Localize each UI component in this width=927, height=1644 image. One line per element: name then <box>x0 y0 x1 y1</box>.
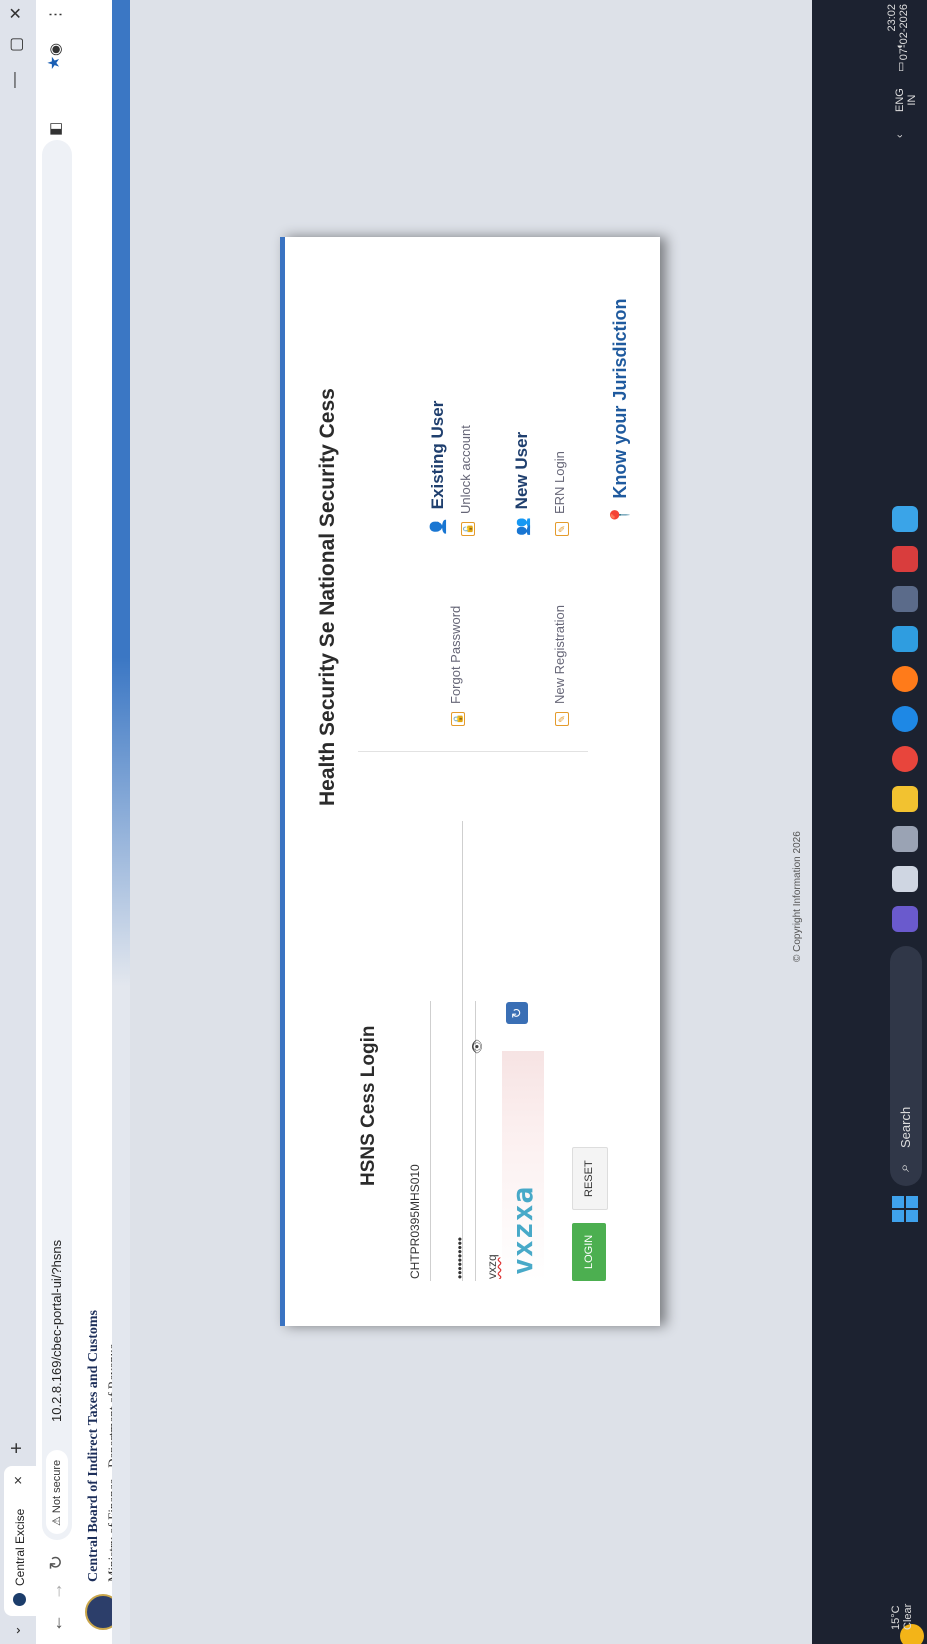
profile-icon[interactable]: ◉ <box>46 43 64 56</box>
tray-chevron-icon[interactable]: ‹ <box>894 134 906 138</box>
favicon-icon <box>13 1593 26 1606</box>
chrome-icon[interactable] <box>892 746 918 772</box>
add-user-icon: 👥 <box>514 517 531 536</box>
know-jurisdiction-link[interactable]: 📍 Know your Jurisdiction <box>610 299 631 526</box>
show-password-icon[interactable]: 👁 <box>470 1039 484 1054</box>
tab-close-icon[interactable]: × <box>10 1476 27 1485</box>
weather-desc: Clear <box>902 1603 914 1630</box>
register-icon: ✎ <box>555 712 569 726</box>
unlock-account-label: Unlock account <box>458 425 473 514</box>
existing-user-label: Existing User <box>428 400 447 510</box>
login-card: Health Security Se National Security Ces… <box>280 237 660 1326</box>
back-icon[interactable]: ← <box>46 1614 67 1632</box>
page-title: Health Security Se National Security Ces… <box>316 388 339 806</box>
login-button[interactable]: LOGIN <box>572 1222 606 1281</box>
edge-icon[interactable] <box>892 706 918 732</box>
browser-tab-bar: ⌄ Central Excise × + — ▢ ✕ <box>0 0 36 1644</box>
bookmark-star-icon[interactable]: ★ <box>44 56 64 70</box>
forgot-password-link[interactable]: 🔒 Forgot Password <box>448 606 465 726</box>
media-icon[interactable] <box>892 586 918 612</box>
unlock-icon: 🔓 <box>461 522 475 536</box>
screen: ⌄ Central Excise × + — ▢ ✕ ← → ↻ ⚠ Not s… <box>0 0 927 1644</box>
clock-time: 23:02 <box>886 4 898 32</box>
lang-bottom: IN <box>906 94 918 106</box>
forgot-password-label: Forgot Password <box>448 605 463 704</box>
file-explorer-icon[interactable] <box>892 786 918 812</box>
new-user-label: New User <box>512 431 531 510</box>
weather-widget[interactable]: 15°C Clear <box>890 1604 914 1630</box>
refresh-captcha-icon[interactable]: ↻ <box>506 1002 528 1024</box>
not-secure-badge[interactable]: ⚠ Not secure <box>46 1449 68 1534</box>
browser-tab[interactable]: Central Excise × <box>4 1466 36 1616</box>
captcha-text: vxzxa <box>506 1185 539 1275</box>
weather-temp: 15°C <box>890 1605 902 1630</box>
clock-date: 07-02-2026 <box>898 4 910 61</box>
maximize-icon[interactable]: ▢ <box>6 37 26 52</box>
existing-user-heading: 👤 Existing User <box>428 401 448 536</box>
ern-login-label: ERN Login <box>552 451 567 514</box>
tab-title: Central Excise <box>13 1508 27 1586</box>
new-tab-button[interactable]: + <box>6 1442 29 1454</box>
task-view-icon[interactable] <box>892 866 918 892</box>
lang-top: ENG <box>894 88 906 112</box>
windows-taskbar: 15°C Clear ⌕ Search ‹ ENG IN ▭ ◖ 23:02 0… <box>812 0 927 1644</box>
org-name: Central Board of Indirect Taxes and Cust… <box>86 1310 101 1582</box>
pdf-icon[interactable] <box>892 546 918 572</box>
user-icon: 👤 <box>430 517 447 536</box>
store-icon[interactable] <box>892 626 918 652</box>
start-button-icon[interactable] <box>892 1196 918 1222</box>
firefox-icon[interactable] <box>892 666 918 692</box>
captcha-image: vxzxa <box>502 1051 544 1281</box>
know-jurisdiction-label: Know your Jurisdiction <box>610 298 630 499</box>
card-top-border <box>280 237 285 1326</box>
taskbar-search[interactable]: ⌕ Search <box>890 946 922 1186</box>
new-registration-label: New Registration <box>552 605 567 704</box>
url-text[interactable]: 10.2.8.169/cbec-portal-ui/?hsns <box>49 1240 64 1422</box>
login-title: HSNS Cess Login <box>358 1025 379 1186</box>
address-bar-row: ← → ↻ ⚠ Not secure 10.2.8.169/cbec-porta… <box>36 0 78 1644</box>
new-registration-link[interactable]: ✎ New Registration <box>552 605 569 726</box>
captcha-input-underline <box>462 821 463 1281</box>
username-field[interactable]: CHTPR0395MHS010 <box>390 1001 431 1281</box>
header-accent-bar <box>112 0 130 1644</box>
settings-icon[interactable] <box>892 826 918 852</box>
reset-button[interactable]: RESET <box>572 1147 608 1210</box>
reload-icon[interactable]: ↻ <box>46 1555 67 1570</box>
copyright-text: © Copyright Information 2026 <box>792 831 803 962</box>
language-indicator[interactable]: ENG IN <box>894 88 918 112</box>
close-window-icon[interactable]: ✕ <box>6 7 26 20</box>
clock[interactable]: 23:02 07-02-2026 <box>886 4 910 64</box>
omnibox[interactable]: ⚠ Not secure 10.2.8.169/cbec-portal-ui/?… <box>42 140 72 1540</box>
tab-menu-icon[interactable]: ⌄ <box>8 1625 24 1636</box>
location-pin-icon: 📍 <box>610 503 630 526</box>
unlock-account-link[interactable]: 🔓 Unlock account <box>458 425 475 536</box>
lock-icon: 🔒 <box>451 712 465 726</box>
copilot-icon[interactable] <box>892 906 918 932</box>
password-value: •••••••••• <box>453 1236 467 1279</box>
forward-icon[interactable]: → <box>46 1582 67 1600</box>
ern-login-link[interactable]: ✎ ERN Login <box>552 451 569 536</box>
ern-icon: ✎ <box>555 522 569 536</box>
minimize-icon[interactable]: — <box>6 72 24 88</box>
divider <box>358 751 588 752</box>
menu-icon[interactable]: ⋮ <box>46 7 64 22</box>
search-placeholder: Search <box>898 1106 913 1148</box>
username-value: CHTPR0395MHS010 <box>408 1164 422 1279</box>
search-icon: ⌕ <box>896 1163 913 1172</box>
sidepanel-icon[interactable]: ◧ <box>46 122 64 136</box>
new-user-heading: 👥 New User <box>512 432 532 536</box>
notes-icon[interactable] <box>892 506 918 532</box>
captcha-input[interactable]: vxzq <box>485 1254 499 1279</box>
